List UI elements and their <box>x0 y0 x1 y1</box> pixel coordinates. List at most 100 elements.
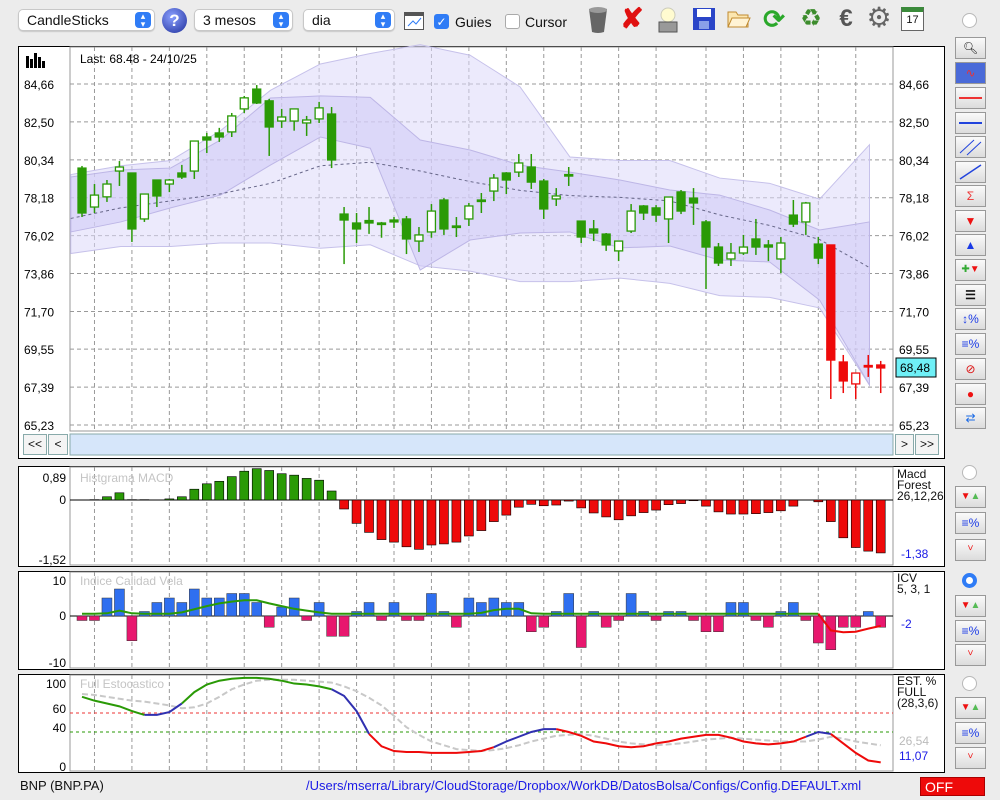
price-tick-left: 67,39 <box>24 381 54 395</box>
macd-bar <box>102 496 112 501</box>
candle-body <box>826 244 836 361</box>
candle-body <box>326 113 337 161</box>
chart-canvas[interactable]: 84,66 84,66 82,50 82,50 80,34 80,34 78,18 78,18… <box>0 0 1000 800</box>
macd-bar <box>838 499 849 539</box>
panel-radio-icv[interactable] <box>962 573 977 588</box>
macd-bar <box>177 496 187 501</box>
candle-body <box>239 97 249 110</box>
icv-bar <box>451 615 462 628</box>
stoch-plot-area <box>69 674 894 772</box>
nav-prev-button[interactable]: < <box>48 434 68 455</box>
red-down-arrow-icon: ▼ <box>960 702 971 713</box>
candle-body <box>401 218 412 240</box>
icv-bar <box>189 588 200 617</box>
macd-bar <box>301 478 312 501</box>
bars-icon <box>26 53 45 68</box>
candle-body <box>651 207 661 216</box>
candle-body <box>152 179 162 197</box>
candle-body <box>264 100 274 128</box>
stoch-cross-button[interactable]: ⱽ <box>955 747 986 769</box>
swap-button[interactable]: ⇄ <box>955 407 986 429</box>
icv-bar <box>301 615 312 621</box>
nav-first-button[interactable]: << <box>23 434 47 455</box>
icv-bar <box>288 597 300 617</box>
channel-button[interactable] <box>955 136 986 158</box>
panel-radio-stoch[interactable] <box>962 676 977 691</box>
icv-bar <box>563 593 574 617</box>
candle-body <box>526 166 536 183</box>
lines-button[interactable]: ☰ <box>955 284 986 306</box>
stoch-k-value: 11,07 <box>899 749 929 763</box>
icv-bar <box>226 593 238 617</box>
candle-body <box>289 108 299 122</box>
candle-body <box>451 225 462 229</box>
stoch-signals-button[interactable]: ▼▲ <box>955 697 986 719</box>
icv-bar <box>126 615 138 641</box>
candle-body <box>202 136 212 141</box>
icv-bar <box>713 615 724 632</box>
icv-bar <box>338 615 350 637</box>
candle-body <box>788 214 799 225</box>
candle-body <box>301 119 312 124</box>
icv-bar <box>89 615 100 621</box>
candle-body <box>102 183 112 198</box>
nav-last-button[interactable]: >> <box>915 434 939 455</box>
up-arrow-button[interactable]: ▲ <box>955 234 986 256</box>
candle-body <box>551 195 561 200</box>
candle-body <box>613 240 624 252</box>
icv-signals-button[interactable]: ▼▲ <box>955 595 986 617</box>
macd-signals-button[interactable]: ▼▲ <box>955 486 986 508</box>
icv-cross-button[interactable]: ⱽ <box>955 644 986 666</box>
signals-button[interactable]: ✚▼ <box>955 259 986 281</box>
macd-bar <box>389 499 399 543</box>
config-path-link[interactable]: /Users/mserra/Library/CloudStorage/Dropb… <box>306 778 861 793</box>
magnifier-icon: 🔍︎ <box>962 41 979 55</box>
icv-bar <box>838 615 849 628</box>
stoch-percent-button[interactable]: ≡% <box>955 722 986 744</box>
candle-body <box>701 221 711 248</box>
candle-body <box>851 372 861 385</box>
icv-value: -2 <box>901 617 912 631</box>
candle-body <box>763 244 774 248</box>
indicator-thumb-button[interactable]: ∿ <box>955 62 986 84</box>
stop-icon: ⊘ <box>965 362 976 376</box>
icv-percent-button[interactable]: ≡% <box>955 620 986 642</box>
panel-radio-macd[interactable] <box>962 465 977 480</box>
record-button[interactable]: ● <box>955 383 986 405</box>
icv-bar <box>263 615 275 628</box>
candle-body <box>638 205 649 214</box>
red-down-arrow-icon: ▼ <box>964 214 977 228</box>
off-toggle[interactable]: OFF <box>920 777 985 796</box>
red-arrow-icon: ▼ <box>969 264 980 275</box>
trendline-button[interactable] <box>955 161 986 183</box>
cross-lines-icon: ⱽ <box>967 648 974 662</box>
macd-percent-button[interactable]: ≡% <box>955 512 986 534</box>
macd-bar <box>788 499 799 507</box>
macd-bar <box>688 499 699 502</box>
percent-lines-button[interactable]: ≡% <box>955 333 986 355</box>
macd-bar <box>776 499 786 512</box>
candle-body <box>838 361 848 382</box>
macd-cross-button[interactable]: ⱽ <box>955 539 986 561</box>
macd-bar <box>526 499 537 505</box>
icv-bar <box>238 593 250 617</box>
red-hline-button[interactable] <box>955 87 986 109</box>
macd-bar <box>164 498 175 501</box>
macd-bar <box>364 499 374 533</box>
percent-range-button[interactable]: ↕% <box>955 308 986 330</box>
candle-body <box>464 205 474 220</box>
zoom-tool-button[interactable]: 🔍︎ <box>955 37 986 59</box>
candle-body <box>539 180 549 210</box>
blue-hline-button[interactable] <box>955 112 986 134</box>
icv-bar <box>625 593 637 617</box>
last-price-label: Last: 68.48 - 24/10/25 <box>80 52 197 66</box>
fibonacci-button[interactable]: Σ <box>955 185 986 207</box>
stop-button[interactable]: ⊘ <box>955 358 986 380</box>
macd-bar <box>513 499 524 508</box>
nav-next-button[interactable]: > <box>895 434 914 455</box>
down-arrow-button[interactable]: ▼ <box>955 210 986 232</box>
price-tick-left: 73,86 <box>24 268 54 282</box>
x-axis-band[interactable] <box>69 433 894 456</box>
macd-bar <box>563 499 574 502</box>
macd-bar <box>114 492 125 501</box>
